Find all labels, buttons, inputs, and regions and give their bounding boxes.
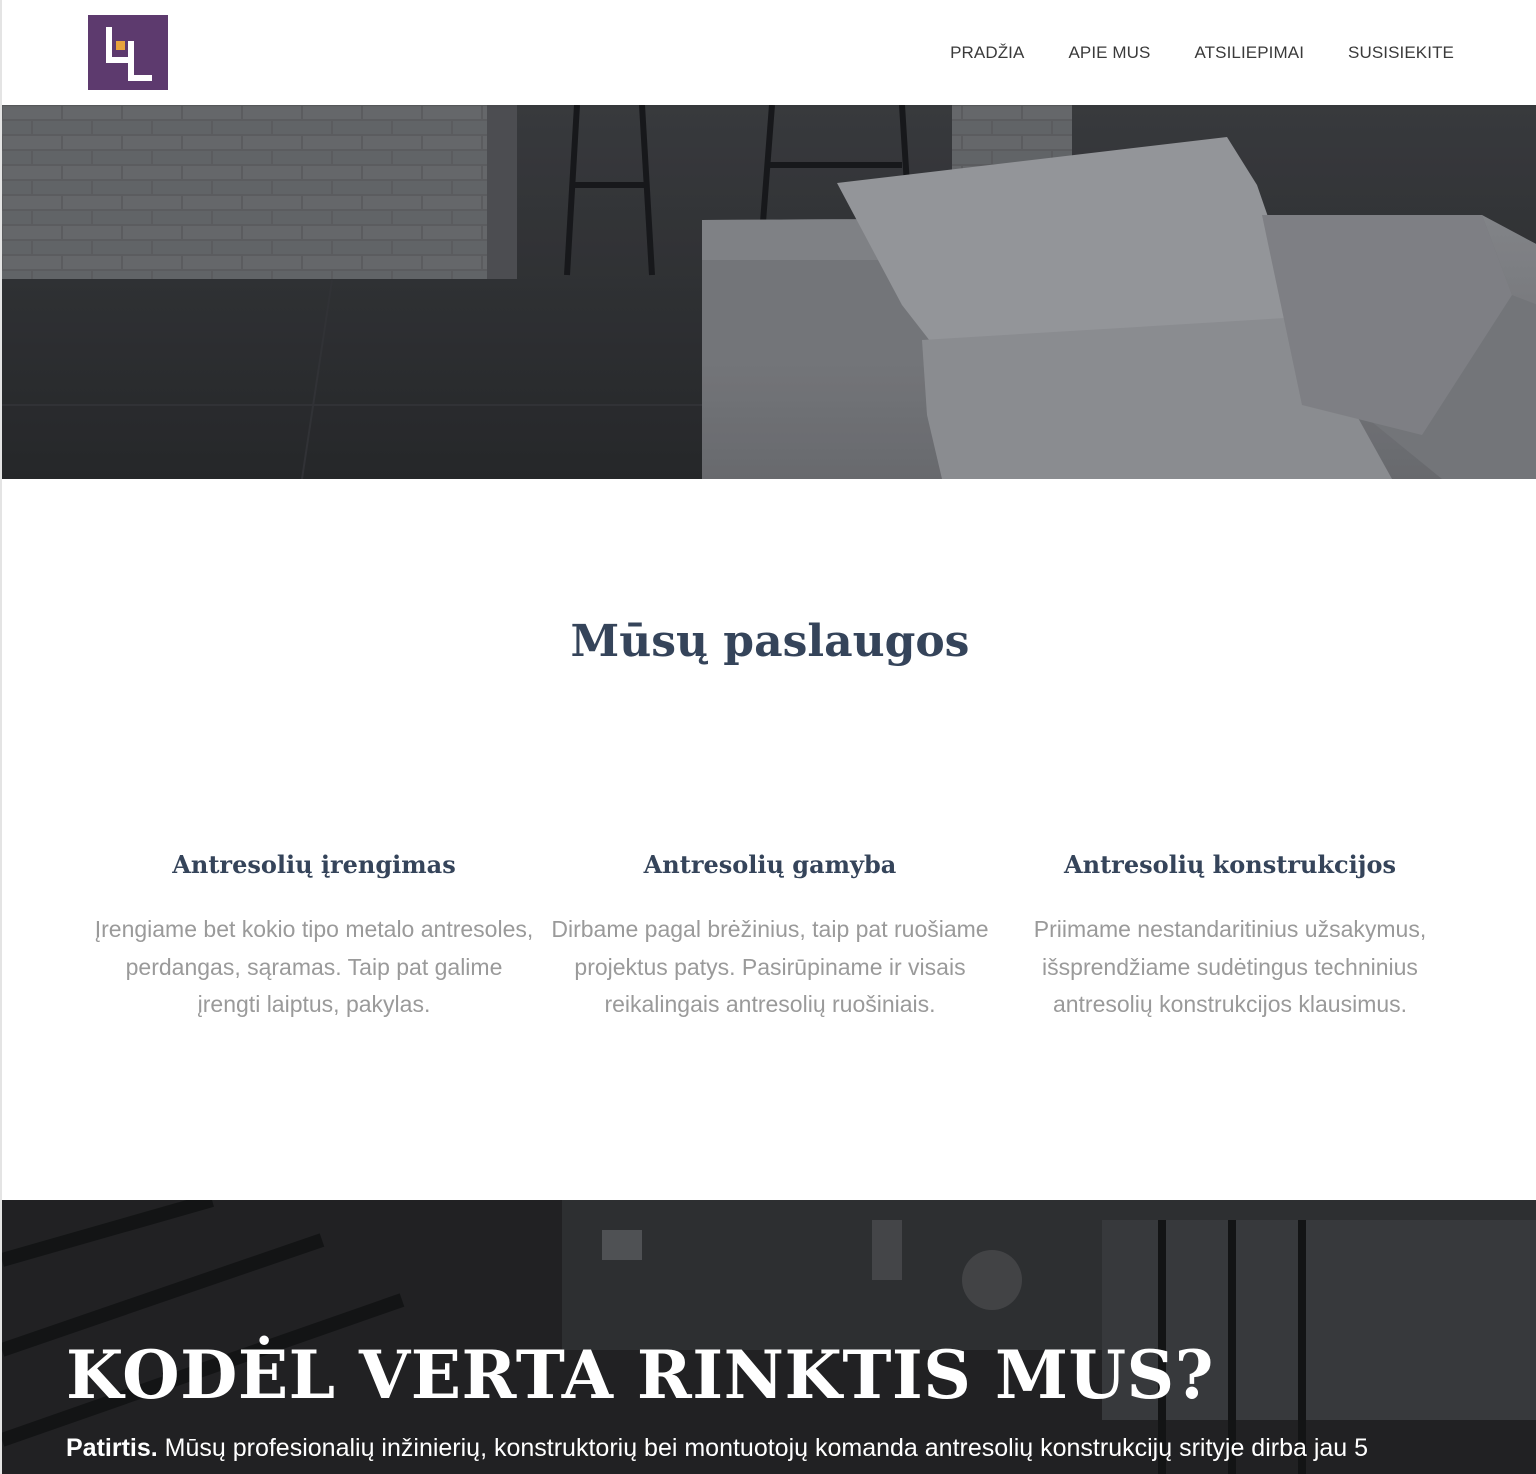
service-title: Antresolių konstrukcijos <box>1064 850 1396 879</box>
main-nav: PRADŽIA APIE MUS ATSILIEPIMAI SUSISIEKIT… <box>950 43 1454 63</box>
why-us-section: KODĖL VERTA RINKTIS MUS? Patirtis. Mūsų … <box>2 1200 1536 1474</box>
nav-link-pradzia[interactable]: PRADŽIA <box>950 43 1024 63</box>
why-us-lead-bold: Patirtis. <box>66 1434 158 1462</box>
site-header: PRADŽIA APIE MUS ATSILIEPIMAI SUSISIEKIT… <box>2 0 1536 105</box>
service-description: Dirbame pagal brėžinius, taip pat ruošia… <box>551 916 989 1017</box>
nav-link-apie-mus[interactable]: APIE MUS <box>1068 43 1150 63</box>
nav-link-atsiliepimai[interactable]: ATSILIEPIMAI <box>1195 43 1305 63</box>
services-title: Mūsų paslaugos <box>570 616 970 667</box>
logo[interactable] <box>88 15 168 90</box>
page: PRADŽIA APIE MUS ATSILIEPIMAI SUSISIEKIT… <box>0 0 1536 1474</box>
service-description: Įrengiame bet kokio tipo metalo antresol… <box>94 916 534 1017</box>
service-card-gamyba: Antresolių gamyba Dirbame pagal brėžiniu… <box>550 849 990 1024</box>
service-title: Antresolių įrengimas <box>172 850 456 879</box>
why-us-lead-text: Mūsų profesionalių inžinierių, konstrukt… <box>157 1434 1369 1462</box>
services-section: Mūsų paslaugos Antresolių įrengimas Įren… <box>2 479 1536 1200</box>
service-title: Antresolių gamyba <box>643 850 897 879</box>
nav-link-susisiekite[interactable]: SUSISIEKITE <box>1348 43 1454 63</box>
service-card-konstrukcijos: Antresolių konstrukcijos Priimame nestan… <box>1010 849 1450 1024</box>
service-card-irengimas: Antresolių įrengimas Įrengiame bet kokio… <box>94 849 534 1024</box>
interior-sofa-photo-icon <box>2 105 1536 479</box>
le-monogram-logo-icon <box>88 15 168 90</box>
hero-image-section <box>2 105 1536 479</box>
why-us-title: KODĖL VERTA RINKTIS MUS? <box>66 1336 1214 1414</box>
service-description: Priimame nestandaritinius užsakymus, išs… <box>1033 916 1427 1017</box>
why-us-lead: Patirtis. Mūsų profesionalių inžinierių,… <box>66 1434 1368 1463</box>
